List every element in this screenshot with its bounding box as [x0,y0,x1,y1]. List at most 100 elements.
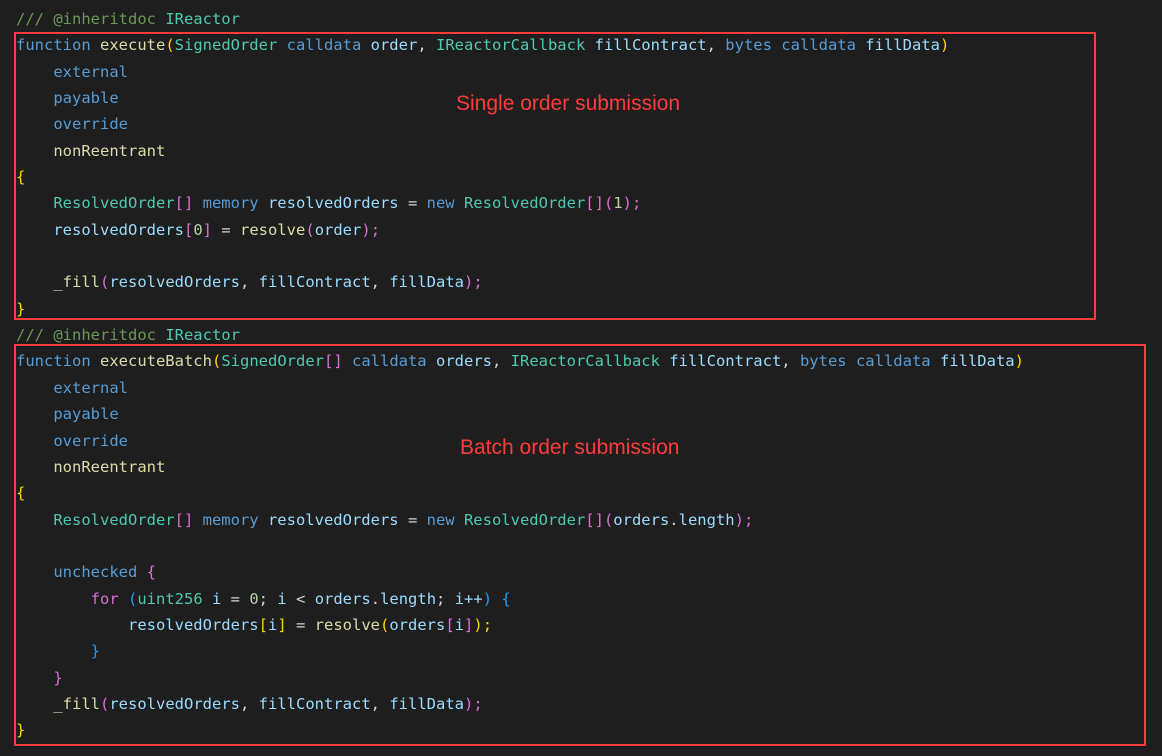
param-type: IReactorCallback [511,352,660,370]
param-type: SignedOrder [221,352,324,370]
paren-close-semi: ); [464,695,483,713]
param-location: calldata [847,352,931,370]
loop-var: i [277,590,296,608]
equals: = [408,511,427,529]
paren-close: ) [1015,352,1024,370]
var-type: ResolvedOrder [16,194,175,212]
function-name: execute [91,36,166,54]
equals: = [212,221,240,239]
comma: , [240,273,259,291]
array-brackets: [] [175,511,194,529]
function-keyword: function [16,352,91,370]
var-type: ResolvedOrder [16,511,175,529]
param-type: IReactorCallback [436,36,585,54]
array-brackets: [] [585,511,604,529]
modifier-override: override [16,115,128,133]
equals: = [408,194,427,212]
constructor-type: ResolvedOrder [455,511,586,529]
number-literal: 0 [249,590,258,608]
dot: . [669,511,678,529]
paren-close-semi: ); [464,273,483,291]
code-editor-viewport: /// @inheritdoc IReactor function execut… [0,0,1162,750]
param-type: bytes [800,352,847,370]
new-keyword: new [427,511,455,529]
bracket-open: [ [259,616,268,634]
doc-comment: /// @inheritdoc [16,10,156,28]
var-name: resolvedOrders [259,194,408,212]
param-location: calldata [343,352,427,370]
comma: , [371,273,390,291]
param-type: bytes [725,36,772,54]
brace-close: } [16,642,100,660]
function-keyword: function [16,36,91,54]
array-brackets: [] [585,194,604,212]
property: length [679,511,735,529]
argument: fillContract [259,273,371,291]
paren-close: ) [940,36,949,54]
brace-open: { [137,563,156,581]
comma: , [417,36,436,54]
param-location: calldata [772,36,856,54]
param-type: SignedOrder [175,36,278,54]
param-name: fillContract [585,36,706,54]
brace-close: } [16,721,25,739]
loop-var: i [203,590,231,608]
comma: , [492,352,511,370]
code-block-2: /// @inheritdoc IReactor function execut… [16,322,1152,744]
param-name: fillData [931,352,1015,370]
paren-open: ( [100,273,109,291]
index-literal: 0 [193,221,202,239]
modifier-payable: payable [16,89,119,107]
argument: order [315,221,362,239]
bracket-close: ] [464,616,473,634]
comma: , [707,36,726,54]
paren-open: ( [380,616,389,634]
index-var: i [268,616,277,634]
modifier-nonreentrant: nonReentrant [16,458,165,476]
doc-comment: /// @inheritdoc [16,326,156,344]
array-brackets: [] [324,352,343,370]
loop-var-type: uint256 [137,590,202,608]
bracket-open: [ [184,221,193,239]
var-name: resolvedOrders [259,511,408,529]
paren-open: ( [119,590,138,608]
memory-keyword: memory [193,511,258,529]
brace-open: { [492,590,511,608]
bracket-close: ] [203,221,212,239]
paren-open: ( [604,511,613,529]
function-call: resolve [315,616,380,634]
comma: , [240,695,259,713]
paren-open: ( [604,194,613,212]
param-name: order [361,36,417,54]
argument: fillData [389,273,464,291]
paren-close-semi: ); [361,221,380,239]
for-keyword: for [91,590,119,608]
var-name: resolvedOrders [128,616,259,634]
bracket-close: ] [277,616,286,634]
paren-open: ( [100,695,109,713]
brace-open: { [16,168,25,186]
blank-line [16,537,25,555]
function-call: _fill [16,695,100,713]
modifier-external: external [16,63,128,81]
brace-close: } [16,300,25,318]
argument: fillData [389,695,464,713]
argument: orders [389,616,445,634]
semicolon: ; [436,590,455,608]
constructor-type: ResolvedOrder [455,194,586,212]
paren-close-semi: ); [623,194,642,212]
paren-close: ) [483,590,492,608]
paren-open: ( [305,221,314,239]
function-call: _fill [16,273,100,291]
comma: , [781,352,800,370]
less-than: < [296,590,315,608]
function-call: resolve [240,221,305,239]
modifier-payable: payable [16,405,119,423]
unchecked-keyword: unchecked [16,563,137,581]
blank-line [16,247,25,265]
property: length [380,590,436,608]
indent [16,616,128,634]
paren-open: ( [165,36,174,54]
param-name: orders [427,352,492,370]
param-name: fillData [856,36,940,54]
